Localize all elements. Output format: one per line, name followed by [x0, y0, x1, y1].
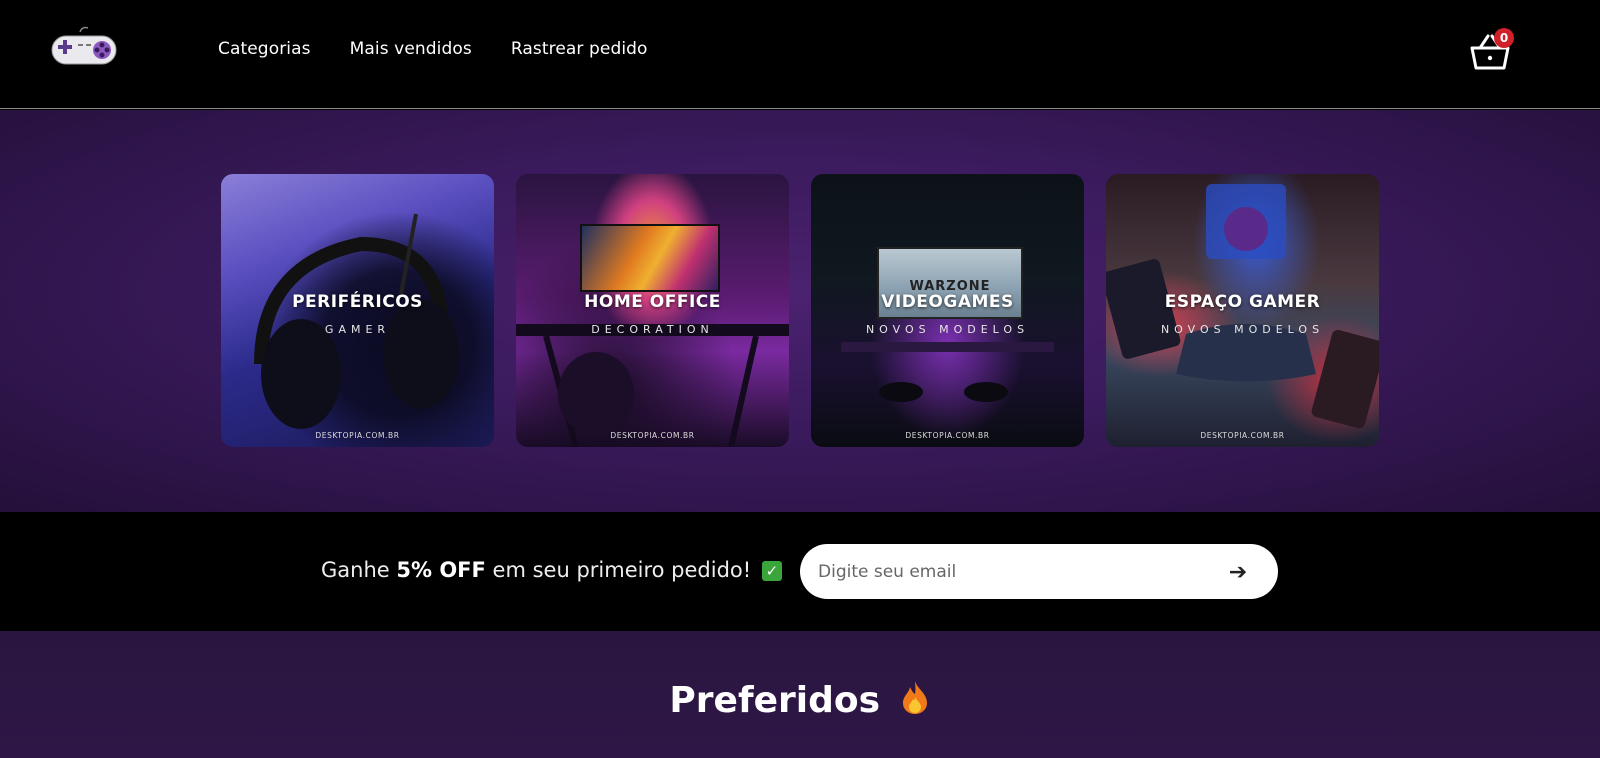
- favorites-heading: Preferidos: [0, 679, 1600, 721]
- category-subtitle: NOVOS MODELOS: [865, 323, 1030, 336]
- category-hero: PERIFÉRICOS GAMER DESKTOPIA.COM.BR HOME …: [0, 110, 1600, 512]
- gamepad-logo-icon[interactable]: [50, 24, 118, 68]
- category-title: VIDEOGAMES: [881, 292, 1014, 312]
- promo-highlight: 5% OFF: [396, 558, 486, 582]
- arrow-right-icon[interactable]: ➔: [1222, 556, 1254, 588]
- promo-text-after: em seu primeiro pedido!: [485, 558, 752, 582]
- main-nav: Categorias Mais vendidos Rastrear pedido: [218, 39, 648, 59]
- email-form: [800, 544, 1278, 599]
- favorites-title: Preferidos: [669, 680, 881, 721]
- category-title: PERIFÉRICOS: [292, 292, 423, 312]
- nav-item-rastrear-pedido[interactable]: Rastrear pedido: [511, 39, 648, 59]
- category-title: HOME OFFICE: [584, 292, 721, 312]
- category-site: DESKTOPIA.COM.BR: [315, 431, 400, 440]
- category-site: DESKTOPIA.COM.BR: [905, 431, 990, 440]
- promo-text: Ganhe 5% OFF em seu primeiro pedido! ✓: [321, 558, 782, 582]
- check-mark-icon: ✓: [761, 561, 782, 581]
- category-card-videogames[interactable]: WARZONE VIDEOGAMES NOVOS MODELOS DESKTOP…: [811, 174, 1084, 447]
- fire-icon: [902, 681, 927, 714]
- favorites-section: Preferidos: [0, 631, 1600, 758]
- category-site: DESKTOPIA.COM.BR: [1200, 431, 1285, 440]
- promo-text-before: Ganhe: [321, 558, 397, 582]
- cart-count-badge: 0: [1494, 28, 1514, 48]
- newsletter-bar: Ganhe 5% OFF em seu primeiro pedido! ✓ ➔: [0, 512, 1600, 631]
- category-subtitle: GAMER: [324, 323, 391, 336]
- site-header: Categorias Mais vendidos Rastrear pedido…: [0, 0, 1600, 109]
- category-subtitle: NOVOS MODELOS: [1160, 323, 1325, 336]
- nav-item-categorias[interactable]: Categorias: [218, 39, 311, 59]
- category-cards: PERIFÉRICOS GAMER DESKTOPIA.COM.BR HOME …: [221, 174, 1379, 447]
- category-card-perifericos[interactable]: PERIFÉRICOS GAMER DESKTOPIA.COM.BR: [221, 174, 494, 447]
- nav-item-mais-vendidos[interactable]: Mais vendidos: [350, 39, 472, 59]
- category-card-home-office[interactable]: HOME OFFICE DECORATION DESKTOPIA.COM.BR: [516, 174, 789, 447]
- category-subtitle: DECORATION: [591, 323, 714, 336]
- category-card-espaco-gamer[interactable]: ESPAÇO GAMER NOVOS MODELOS DESKTOPIA.COM…: [1106, 174, 1379, 447]
- category-title: ESPAÇO GAMER: [1164, 292, 1321, 312]
- category-site: DESKTOPIA.COM.BR: [610, 431, 695, 440]
- email-input[interactable]: [818, 544, 1208, 599]
